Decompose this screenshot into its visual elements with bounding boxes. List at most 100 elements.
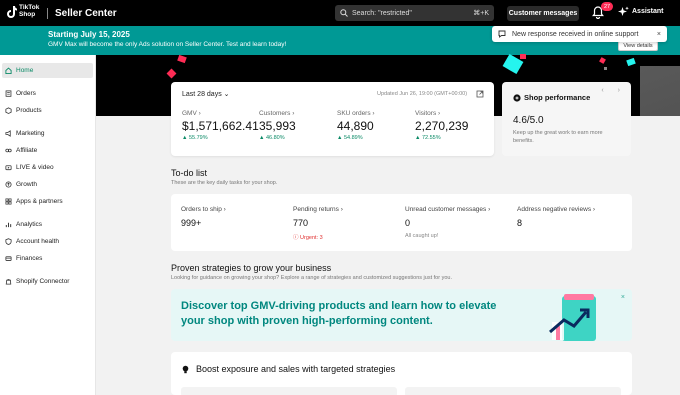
sidebar-item-label: Home — [16, 67, 34, 74]
stat-customers[interactable]: Customers › 35,993 ▲ 46.80% — [259, 110, 296, 141]
todo-value: 0 — [405, 218, 411, 228]
stat-label: SKU orders › — [337, 110, 375, 117]
stat-label: GMV › — [182, 110, 201, 117]
stat-label: Visitors › — [415, 110, 441, 117]
stat-change: ▲ 72.55% — [415, 135, 441, 141]
period-dropdown[interactable]: Last 28 days ⌄ — [182, 90, 230, 98]
tiktok-logo-icon — [7, 5, 17, 18]
strategy-subcard[interactable] — [405, 387, 621, 395]
view-details-button[interactable]: View details — [618, 41, 658, 51]
carousel-arrows[interactable]: ‹ › — [601, 87, 626, 94]
todo-orders-to-ship[interactable]: Orders to ship › 999+ — [181, 206, 226, 228]
sidebar-item-label: Products — [16, 107, 42, 114]
todo-negative-reviews[interactable]: Address negative reviews › 8 — [517, 206, 595, 228]
sidebar-item-label: Analytics — [16, 221, 43, 228]
connector-icon — [5, 278, 12, 285]
sidebar-item-label: Account health — [16, 238, 60, 245]
orders-icon — [5, 90, 12, 97]
sidebar-item-label: Marketing — [16, 130, 45, 137]
stat-visitors[interactable]: Visitors › 2,270,239 ▲ 72.55% — [415, 110, 468, 141]
sidebar-item-marketing[interactable]: Marketing — [2, 126, 93, 141]
todo-note: All caught up! — [405, 233, 439, 239]
sidebar-item-growth[interactable]: Growth — [2, 177, 93, 192]
customer-messages-button[interactable]: Customer messages — [507, 6, 579, 21]
affiliate-icon — [5, 148, 12, 153]
search-input[interactable]: Search: "restricted" — [352, 10, 473, 17]
lightbulb-icon — [182, 365, 189, 373]
confetti-decoration — [640, 66, 680, 116]
stat-change: ▲ 55.79% — [182, 135, 208, 141]
sidebar-item-shopify-connector[interactable]: Shopify Connector — [2, 274, 93, 289]
strategy-subcard[interactable] — [181, 387, 397, 395]
growth-illustration — [549, 294, 596, 341]
period-label: Last 28 days — [182, 91, 222, 98]
stat-label: Customers › — [259, 110, 295, 117]
confetti-decoration — [604, 67, 607, 70]
shield-icon — [5, 238, 12, 245]
sidebar-item-apps-partners[interactable]: Apps & partners — [2, 194, 93, 209]
sidebar-item-products[interactable]: Products — [2, 103, 93, 118]
promo-banner[interactable]: Discover top GMV-driving products and le… — [171, 289, 632, 341]
sidebar-item-affiliate[interactable]: Affiliate — [2, 143, 93, 158]
todo-label: Pending returns › — [293, 206, 343, 213]
live-icon — [5, 165, 12, 171]
todo-pending-returns[interactable]: Pending returns › 770 ⓘ Urgent: 3 — [293, 206, 343, 241]
products-icon — [5, 107, 12, 114]
close-icon[interactable]: × — [621, 294, 625, 301]
todo-title: To-do list — [171, 168, 208, 178]
todo-subtitle: These are the key daily tasks for your s… — [171, 180, 278, 186]
todo-unread-messages[interactable]: Unread customer messages › 0 All caught … — [405, 206, 490, 239]
strategies-subtitle: Looking for guidance on growing your sho… — [171, 275, 452, 281]
apps-icon — [5, 198, 12, 205]
toast-text: New response received in online support — [512, 30, 639, 38]
assistant-button[interactable]: Assistant — [618, 6, 664, 17]
todo-label: Unread customer messages › — [405, 206, 491, 213]
analytics-icon — [5, 222, 12, 228]
sidebar-item-analytics[interactable]: Analytics — [2, 217, 93, 232]
shop-stats-card: Last 28 days ⌄ Updated Jun 26, 19:00 (GM… — [171, 82, 494, 156]
boost-card: Boost exposure and sales with targeted s… — [171, 352, 632, 395]
stat-change: ▲ 46.80% — [259, 135, 285, 141]
sidebar-item-finances[interactable]: Finances — [2, 251, 93, 266]
tiktok-shop-logo[interactable]: TikTok Shop — [7, 4, 41, 18]
stat-sku-orders[interactable]: SKU orders › 44,890 ▲ 54.89% — [337, 110, 375, 141]
urgent-note: ⓘ Urgent: 3 — [293, 235, 323, 241]
banner-title: Starting July 15, 2025 — [48, 30, 130, 39]
sparkle-icon — [618, 6, 629, 16]
performance-icon — [513, 93, 521, 102]
sidebar-item-label: Apps & partners — [16, 198, 63, 205]
stat-gmv[interactable]: GMV › $1,571,662.41 ▲ 55.79% — [182, 110, 259, 141]
search-box[interactable]: Search: "restricted" ⌘+K — [335, 5, 494, 21]
sidebar: Home Orders Products Marketing Affiliate… — [0, 55, 96, 395]
logo-text: TikTok Shop — [19, 4, 40, 18]
home-icon — [5, 67, 12, 74]
notification-badge: 27 — [601, 2, 613, 11]
strategies-title: Proven strategies to grow your business — [171, 263, 332, 273]
sidebar-item-label: Growth — [16, 181, 37, 188]
sidebar-item-home[interactable]: Home — [2, 63, 93, 78]
stat-value: 44,890 — [337, 119, 374, 133]
sidebar-item-orders[interactable]: Orders — [2, 86, 93, 101]
sidebar-item-label: LIVE & video — [16, 164, 54, 171]
top-bar: TikTok Shop Seller Center Search: "restr… — [0, 0, 680, 26]
stat-value: 35,993 — [259, 119, 296, 133]
sidebar-item-label: Shopify Connector — [16, 278, 70, 285]
export-icon[interactable] — [476, 90, 484, 98]
performance-title: Shop performance — [513, 93, 590, 102]
stat-value: 2,270,239 — [415, 119, 469, 133]
stat-change: ▲ 54.89% — [337, 135, 363, 141]
performance-description: Keep up the great work to earn more bene… — [513, 130, 603, 144]
growth-icon — [5, 181, 12, 188]
todo-value: 770 — [293, 218, 309, 228]
finances-icon — [5, 256, 12, 261]
app-title: Seller Center — [55, 8, 117, 19]
promo-text: Discover top GMV-driving products and le… — [181, 300, 497, 327]
sidebar-item-label: Affiliate — [16, 147, 38, 154]
close-icon[interactable]: × — [657, 31, 661, 38]
confetti-decoration — [520, 54, 526, 59]
banner-text: GMV Max will become the only Ads solutio… — [48, 41, 287, 48]
sidebar-item-live-video[interactable]: LIVE & video — [2, 160, 93, 175]
shop-performance-card[interactable]: Shop performance ‹ › 4.6/5.0 Keep up the… — [502, 82, 631, 156]
sidebar-item-account-health[interactable]: Account health — [2, 234, 93, 249]
search-shortcut: ⌘+K — [473, 10, 489, 17]
